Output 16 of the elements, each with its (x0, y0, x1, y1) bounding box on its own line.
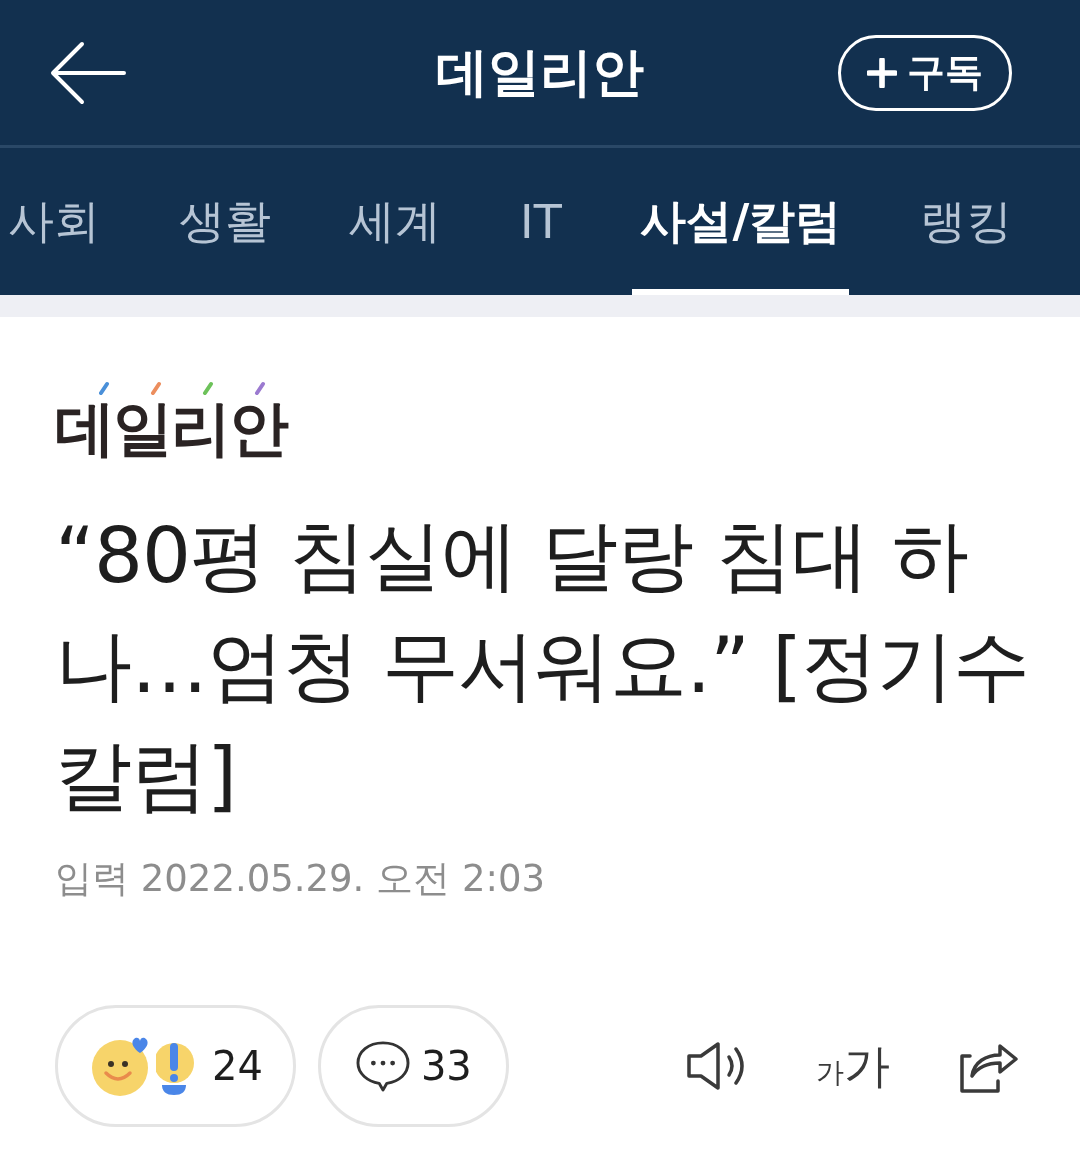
category-tab[interactable]: IT (512, 148, 570, 295)
back-arrow-icon[interactable] (50, 40, 126, 105)
subscribe-button[interactable]: 구독 (838, 34, 1012, 111)
category-tab[interactable]: 사회 (0, 148, 108, 295)
category-tab[interactable]: 랭킹 (912, 148, 1020, 295)
publish-date: 입력 2022.05.29. 오전 2:03 (55, 856, 546, 902)
article-headline: “80평 침실에 달랑 침대 하나…엄청 무서워요.” [정기수 칼럼] (55, 510, 1031, 822)
comments-button[interactable]: 33 (317, 1005, 509, 1127)
font-size-button[interactable]: 가가 (816, 1043, 890, 1089)
category-tab[interactable]: 생활 (170, 148, 279, 295)
source-logo: 데일리안 (55, 395, 287, 461)
plus-icon (867, 57, 897, 88)
app-title: 데일리안 (436, 40, 644, 104)
speech-bubble-icon (354, 1040, 411, 1092)
category-tab[interactable]: 세계 (341, 148, 450, 295)
reaction-button[interactable]: 24 (55, 1005, 296, 1127)
